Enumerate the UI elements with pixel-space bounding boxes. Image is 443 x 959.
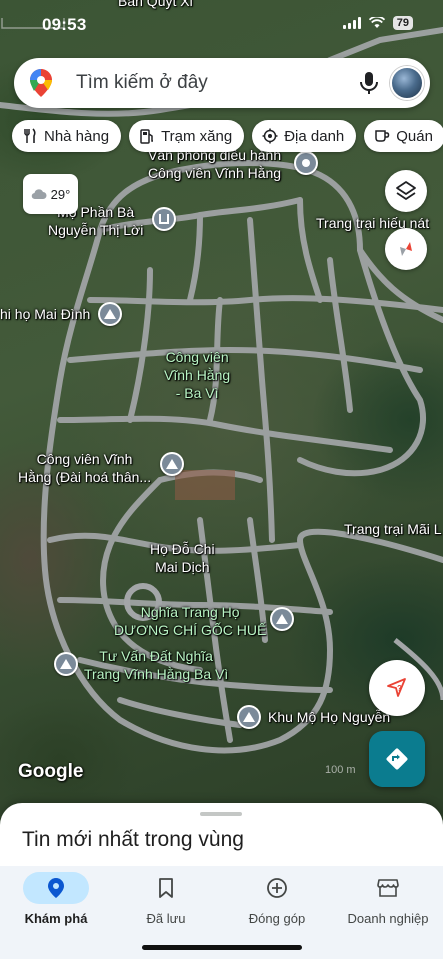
status-bar: 09:53 79 [0, 0, 443, 50]
category-chips: Nhà hàng Trạm xăng Địa danh Quán [12, 120, 443, 152]
sheet-drag-handle[interactable] [200, 812, 242, 816]
chip-label: Quán [396, 127, 433, 145]
fork-knife-icon [24, 128, 36, 143]
tomb-marker[interactable] [152, 207, 176, 231]
compass-icon [400, 242, 412, 256]
map-label-mai-dinh[interactable]: hi họ Mai Đình [0, 305, 90, 323]
weather-widget[interactable]: 29° [23, 174, 78, 214]
microphone-icon[interactable] [358, 71, 380, 95]
chip-gas-stations[interactable]: Trạm xăng [129, 120, 245, 152]
status-time: 09:53 [42, 15, 87, 34]
map-label-khu-mo[interactable]: Khu Mộ Họ Nguyễn [268, 708, 390, 726]
google-maps-logo-icon [30, 69, 52, 97]
map-label-do-chi[interactable]: Họ Đỗ Chi Mai Dịch [150, 540, 215, 576]
cloud-icon [31, 189, 47, 200]
location-unknown-icon: ? [387, 678, 406, 697]
compass-button[interactable] [385, 228, 427, 270]
khu-mo-marker[interactable] [237, 705, 261, 729]
nav-label: Doanh nghiệp [347, 911, 429, 926]
search-bar[interactable]: Tìm kiếm ở đây [14, 58, 430, 108]
office-marker[interactable] [294, 151, 318, 175]
wifi-icon [368, 17, 385, 28]
nghia-trang-marker[interactable] [270, 607, 294, 631]
sheet-title: Tin mới nhất trong vùng [22, 828, 244, 851]
map-label-farm-right[interactable]: Trang trại Mãi L [344, 520, 442, 538]
layers-icon [396, 181, 416, 200]
battery-indicator: 79 [392, 16, 413, 30]
monument-icon [154, 209, 174, 229]
google-attribution: Google [18, 761, 84, 782]
directions-icon [386, 748, 408, 770]
scale-label: 100 m [325, 764, 356, 776]
cemetery-icon [100, 304, 120, 324]
storefront-icon [377, 879, 399, 897]
cemetery-icon [162, 454, 182, 474]
map-label-nghia-trang[interactable]: Nghĩa Trang Họ DƯƠNG CHÍ GỐC HUẾ [114, 603, 266, 639]
chip-restaurants[interactable]: Nhà hàng [12, 120, 122, 152]
tu-van-marker[interactable] [54, 652, 78, 676]
add-circle-icon [267, 878, 287, 898]
nav-explore[interactable]: Khám phá [1, 872, 111, 926]
map-label-park-center[interactable]: Công viên Vĩnh Hằng - Ba Vì [164, 348, 230, 402]
map-label-tu-van[interactable]: Tư Vấn Đất Nghĩa Trang Vĩnh Hằng Ba Vì [84, 647, 228, 683]
home-indicator[interactable] [142, 945, 302, 950]
nav-label: Đóng góp [248, 911, 306, 926]
weather-temp: 29° [50, 186, 71, 202]
nav-contribute[interactable]: Đóng góp [222, 872, 332, 926]
layers-button[interactable] [385, 170, 427, 212]
landmark-icon [262, 128, 278, 144]
cemetery-icon [272, 609, 292, 629]
nav-business[interactable]: Doanh nghiệp [333, 872, 443, 926]
chip-label: Nhà hàng [44, 127, 110, 145]
signal-icon [342, 17, 361, 29]
avatar[interactable] [390, 66, 424, 100]
svg-text:?: ? [397, 684, 402, 693]
directions-button[interactable] [369, 731, 425, 787]
search-input[interactable]: Tìm kiếm ở đây [76, 72, 208, 94]
chip-label: Địa danh [284, 127, 345, 145]
gas-pump-icon [140, 129, 154, 144]
bookmark-icon [159, 878, 173, 898]
bottom-sheet[interactable]: Tin mới nhất trong vùng [0, 803, 443, 873]
my-location-button[interactable]: ? [369, 660, 425, 716]
cemetery-icon [56, 654, 76, 674]
chip-label: Trạm xăng [161, 127, 233, 145]
chip-landmarks[interactable]: Địa danh [252, 120, 357, 152]
nav-saved[interactable]: Đã lưu [111, 872, 221, 926]
mai-dinh-marker[interactable] [98, 302, 122, 326]
nav-label: Khám phá [24, 911, 88, 926]
map-label-park-crem[interactable]: Công viên Vĩnh Hằng (Đài hoá thân... [18, 450, 151, 486]
cemetery-icon [239, 707, 259, 727]
park-crem-marker[interactable] [160, 452, 184, 476]
nav-label: Đã lưu [146, 911, 186, 926]
chip-cafes[interactable]: Quán [364, 120, 443, 152]
location-pin-icon [48, 878, 64, 898]
coffee-cup-icon [375, 130, 390, 142]
